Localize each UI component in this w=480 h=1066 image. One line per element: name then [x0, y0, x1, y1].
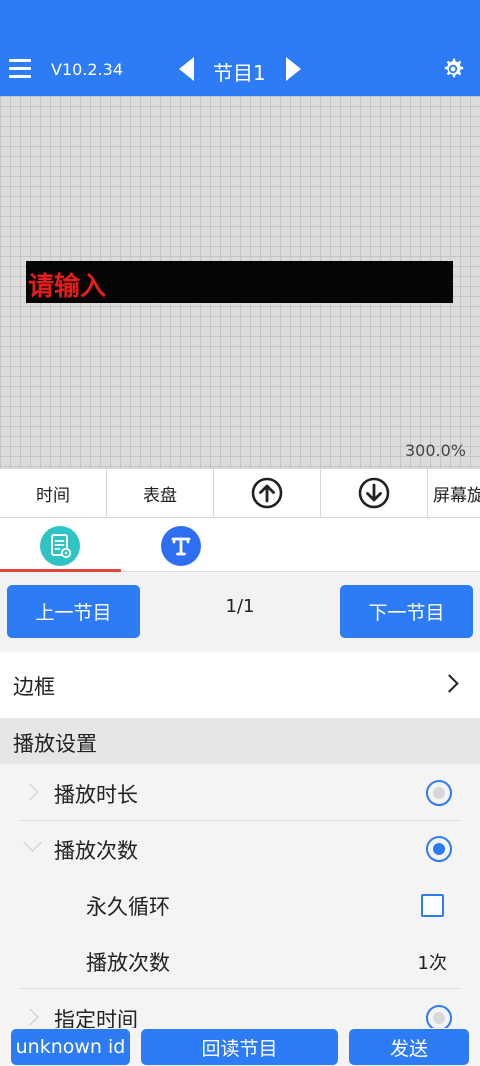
arrow-down-circle-icon: [358, 477, 390, 509]
option-label: 播放次数: [54, 839, 138, 863]
led-text: 请输入: [28, 272, 107, 302]
radio-scheduled-time[interactable]: [426, 1005, 452, 1028]
readback-program-button[interactable]: 回读节目: [141, 1029, 338, 1065]
radio-play-duration[interactable]: [426, 780, 452, 806]
led-text-area[interactable]: 请输入: [26, 261, 453, 303]
time-tool[interactable]: 时间: [0, 469, 107, 517]
option-loop-forever[interactable]: 永久循环: [20, 877, 460, 933]
border-label: 边框: [13, 675, 55, 699]
tab-text-area[interactable]: [161, 526, 201, 566]
tab-program-settings[interactable]: [40, 526, 80, 566]
option-play-duration[interactable]: 播放时长: [20, 765, 460, 821]
option-label: 指定时间: [54, 1008, 138, 1028]
device-id-button[interactable]: unknown id: [11, 1029, 130, 1065]
play-settings-list: 播放时长 播放次数 永久循环 播放次数 1次 指定时间: [0, 764, 480, 1028]
option-label: 播放时长: [54, 783, 138, 807]
radio-play-count[interactable]: [426, 836, 452, 862]
loop-forever-checkbox[interactable]: [421, 894, 444, 917]
option-count-value[interactable]: 播放次数 1次: [20, 933, 460, 989]
document-settings-icon: [51, 534, 72, 559]
dial-tool[interactable]: 表盘: [107, 469, 214, 517]
play-settings-title: 播放设置: [13, 732, 97, 756]
screen-rotate-tool[interactable]: 屏幕旋: [428, 469, 480, 517]
program-title: 节目1: [213, 61, 266, 85]
play-count-value[interactable]: 1次: [418, 949, 447, 975]
move-down-tool[interactable]: [321, 469, 428, 517]
play-count-label: 播放次数: [86, 951, 170, 975]
option-play-count[interactable]: 播放次数: [20, 821, 460, 877]
loop-forever-label: 永久循环: [86, 895, 170, 919]
border-setting-row[interactable]: 边框: [0, 652, 480, 718]
play-settings-header: 播放设置: [0, 718, 480, 764]
app-header: V10.2.34 节目1: [0, 0, 480, 96]
version-label: V10.2.34: [51, 60, 124, 79]
chevron-down-icon: [23, 833, 42, 852]
bottom-action-bar: unknown id 回读节目 发送: [0, 1028, 480, 1066]
move-up-tool[interactable]: [214, 469, 321, 517]
tool-bar: 时间 表盘 屏幕旋: [0, 468, 480, 518]
chevron-right-icon[interactable]: [286, 57, 301, 81]
chevron-right-icon: [21, 1008, 39, 1026]
gear-icon[interactable]: [441, 57, 465, 81]
next-program-button[interactable]: 下一节目: [340, 585, 473, 638]
chevron-left-icon[interactable]: [179, 57, 194, 81]
program-navigation: 上一节目 1/1 下一节目: [0, 572, 480, 638]
area-tabs: [0, 518, 480, 572]
menu-icon[interactable]: [9, 59, 31, 79]
send-button[interactable]: 发送: [349, 1029, 469, 1065]
arrow-up-circle-icon: [251, 477, 283, 509]
text-icon: [171, 537, 191, 556]
chevron-right-icon: [21, 783, 39, 801]
zoom-level: 300.0%: [404, 441, 466, 460]
option-scheduled-time[interactable]: 指定时间: [20, 990, 460, 1028]
led-preview-canvas[interactable]: 请输入 300.0%: [0, 96, 480, 468]
chevron-right-icon: [440, 674, 459, 693]
